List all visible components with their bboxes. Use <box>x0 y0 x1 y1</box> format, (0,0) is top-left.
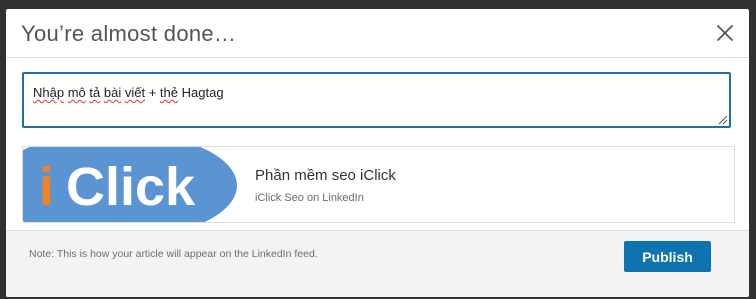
description-word: Nhập <box>33 85 65 100</box>
footer-note: Note: This is how your article will appe… <box>29 248 318 260</box>
description-word: mô <box>67 85 86 100</box>
link-preview-card[interactable]: i Click Phần mềm seo iClick iClick Seo o… <box>22 146 735 223</box>
close-icon <box>717 25 733 41</box>
dialog-title: You’re almost done… <box>21 21 237 46</box>
resize-grip-icon[interactable] <box>718 115 728 125</box>
dialog-header: You’re almost done… <box>6 9 749 58</box>
dialog-footer: Note: This is how your article will appe… <box>6 230 749 297</box>
description-word: Hagtag <box>181 85 224 100</box>
iclick-logo-thumbnail: i Click <box>23 147 238 222</box>
share-article-dialog: You’re almost done… Nhập mô tả bài viết … <box>6 9 749 297</box>
preview-title: Phần mềm seo iClick <box>255 167 396 184</box>
publish-button[interactable]: Publish <box>624 241 711 272</box>
description-textarea[interactable]: Nhập mô tả bài viết + thẻ Hagtag <box>22 72 731 128</box>
logo-text-i: i <box>39 157 54 217</box>
description-word: viết <box>124 85 146 100</box>
description-word: + <box>148 85 157 100</box>
logo-text-click: Click <box>66 157 196 217</box>
description-text: Nhập mô tả bài viết + thẻ Hagtag <box>33 85 224 100</box>
close-button[interactable] <box>714 22 736 44</box>
description-word: thẻ <box>159 85 178 100</box>
preview-subtitle: iClick Seo on LinkedIn <box>255 192 364 204</box>
description-word: bài <box>103 85 122 100</box>
description-word: tả <box>89 85 101 100</box>
